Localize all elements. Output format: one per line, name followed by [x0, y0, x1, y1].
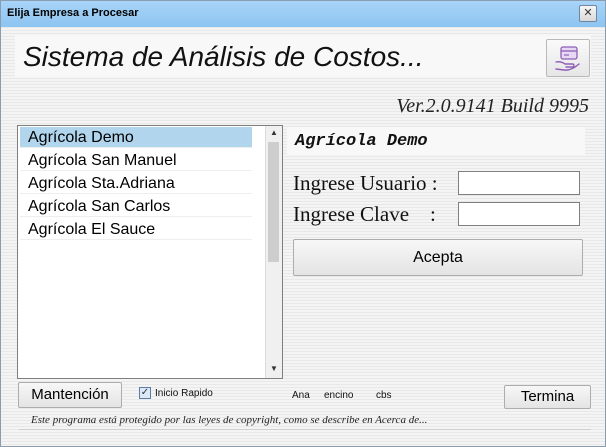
login-window: Elija Empresa a Procesar ✕ Sistema de An… [0, 0, 606, 447]
list-scrollbar[interactable]: ▲ ▼ [265, 126, 282, 378]
quick-start-label: Inicio Rapido [155, 388, 213, 399]
list-item-company[interactable]: Agrícola San Manuel [20, 150, 252, 171]
list-item-company[interactable]: Agrícola Demo [20, 127, 252, 148]
copyright-text: Este programa está protegido por las ley… [31, 414, 428, 426]
password-input[interactable] [458, 202, 580, 226]
window-title: Elija Empresa a Procesar [7, 7, 139, 19]
selected-company-panel: Agrícola Demo [287, 127, 585, 155]
scroll-thumb[interactable] [268, 142, 279, 262]
user-input[interactable] [458, 171, 580, 195]
quick-start-checkbox[interactable]: ✓ [139, 387, 151, 399]
close-button[interactable]: ✕ [579, 5, 597, 22]
user-label: Ingrese Usuario : [293, 171, 438, 195]
list-item-company[interactable]: Agrícola San Carlos [20, 196, 252, 217]
app-icon-button[interactable] [546, 39, 590, 77]
scroll-down-icon[interactable]: ▼ [269, 364, 279, 376]
card-in-hand-icon [555, 46, 580, 71]
scroll-up-icon[interactable]: ▲ [269, 128, 279, 140]
title-bar[interactable]: Elija Empresa a Procesar ✕ [1, 1, 605, 27]
check-icon: ✓ [140, 387, 150, 398]
company-list[interactable]: Agrícola Demo Agrícola San Manuel Agríco… [17, 125, 283, 379]
app-title: Sistema de Análisis de Costos... [23, 41, 424, 72]
selected-company-name: Agrícola Demo [295, 132, 428, 151]
accept-button[interactable]: Acepta [293, 239, 583, 276]
footer-divider [19, 429, 591, 430]
version-label: Ver.2.0.9141 Build 9995 [396, 95, 589, 117]
list-item-company[interactable]: Agrícola Sta.Adriana [20, 173, 252, 194]
user-name-label: encino [324, 390, 354, 401]
close-icon: ✕ [583, 7, 593, 19]
maintenance-button[interactable]: Mantención [18, 382, 122, 408]
user-name-label: Ana [292, 390, 310, 401]
password-label: Ingrese Clave : [293, 202, 436, 226]
close-app-button[interactable]: Termina [504, 385, 591, 409]
list-item-company[interactable]: Agrícola El Sauce [20, 219, 252, 240]
user-name-label: cbs [376, 390, 392, 401]
